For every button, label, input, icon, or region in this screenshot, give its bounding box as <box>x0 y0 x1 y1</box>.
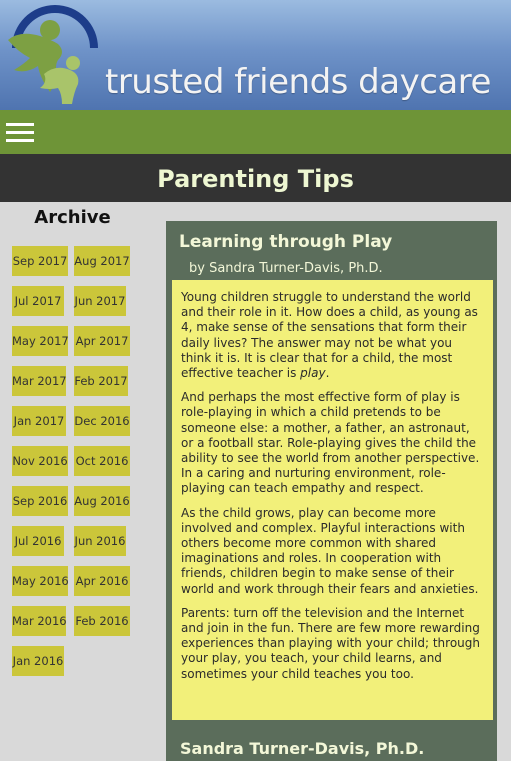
hamburger-menu-icon[interactable] <box>6 118 34 144</box>
article-paragraph: And perhaps the most effective form of p… <box>181 390 480 496</box>
archive-item[interactable]: Sep 2017 <box>12 246 68 276</box>
trusted-friends-logo-icon[interactable] <box>0 0 110 110</box>
emphasis-text: play <box>300 366 326 381</box>
brand-name[interactable]: trusted friends daycare <box>105 62 491 102</box>
archive-item[interactable]: Jul 2016 <box>12 526 64 556</box>
article-paragraph: Young children struggle to understand th… <box>181 290 484 381</box>
archive-item[interactable]: Mar 2017 <box>12 366 67 396</box>
archive-item[interactable]: Sep 2016 <box>12 486 68 516</box>
archive-item[interactable]: Jul 2017 <box>12 286 64 316</box>
article-body: Young children struggle to understand th… <box>172 280 493 720</box>
archive-item[interactable]: May 2016 <box>12 566 69 596</box>
paragraph-text: Young children struggle to understand th… <box>181 290 478 381</box>
archive-item[interactable]: Nov 2016 <box>12 446 68 476</box>
archive-item[interactable]: Jun 2016 <box>74 526 126 556</box>
page-title-bar: Parenting Tips <box>0 154 511 202</box>
page-title: Parenting Tips <box>157 165 354 193</box>
nav-bar <box>0 110 511 154</box>
article-title: Learning through Play <box>179 232 393 252</box>
archive-item[interactable]: Apr 2017 <box>74 326 130 356</box>
article-paragraph: Parents: turn off the television and the… <box>181 605 481 681</box>
archive-item[interactable]: Oct 2016 <box>74 446 130 476</box>
site-header: trusted friends daycare <box>0 0 511 110</box>
archive-item[interactable]: Aug 2016 <box>74 486 130 516</box>
article-paragraph: As the child grows, play can become more… <box>181 505 479 596</box>
article-card: Learning through Play by Sandra Turner-D… <box>166 221 497 761</box>
archive-item[interactable]: Jan 2016 <box>12 646 64 676</box>
archive-item[interactable]: Feb 2016 <box>74 606 130 636</box>
archive-item[interactable]: Mar 2016 <box>12 606 67 636</box>
author-heading: Sandra Turner-Davis, Ph.D. <box>180 739 425 758</box>
archive-title: Archive <box>34 207 111 228</box>
archive-item[interactable]: May 2017 <box>12 326 69 356</box>
archive-item[interactable]: Aug 2017 <box>74 246 130 276</box>
paragraph-text: . <box>325 366 330 381</box>
archive-item[interactable]: Jun 2017 <box>74 286 126 316</box>
archive-item[interactable]: Feb 2017 <box>74 366 128 396</box>
archive-item[interactable]: Jan 2017 <box>12 406 66 436</box>
archive-item[interactable]: Dec 2016 <box>74 406 130 436</box>
article-byline: by Sandra Turner-Davis, Ph.D. <box>189 261 383 276</box>
archive-item[interactable]: Apr 2016 <box>74 566 130 596</box>
